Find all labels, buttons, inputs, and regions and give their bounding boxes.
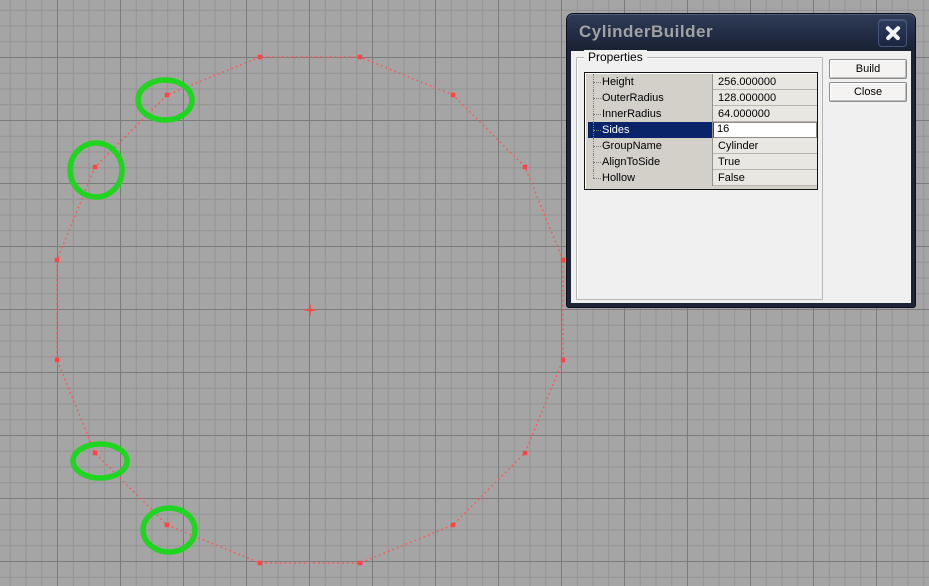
property-value-cell[interactable]: 256.000000 xyxy=(712,74,817,90)
sides-value-input[interactable]: 16 xyxy=(713,122,817,138)
property-row-innerradius[interactable]: InnerRadius 64.000000 xyxy=(585,106,817,122)
vertex-handle[interactable] xyxy=(523,451,528,456)
tree-branch-icon xyxy=(588,170,601,186)
properties-group-label: Properties xyxy=(584,50,647,64)
tree-branch-icon xyxy=(588,74,601,90)
properties-group: Properties Height 256.000000 OuterRadius… xyxy=(576,57,823,300)
property-name: Height xyxy=(601,74,634,90)
property-row-hollow[interactable]: Hollow False xyxy=(585,170,817,186)
cylinder-builder-dialog: CylinderBuilder Properties Height 256.00… xyxy=(566,13,916,308)
property-value-cell[interactable]: 16 xyxy=(712,122,817,138)
vertex-handle[interactable] xyxy=(561,258,566,263)
property-row-sides[interactable]: Sides 16 xyxy=(585,122,817,138)
tree-branch-icon xyxy=(588,106,601,122)
property-value-cell[interactable]: 64.000000 xyxy=(712,106,817,122)
property-name: GroupName xyxy=(601,138,662,154)
property-name: Hollow xyxy=(601,170,635,186)
property-name: AlignToSide xyxy=(601,154,660,170)
vertex-handle[interactable] xyxy=(258,55,263,60)
vertex-handle[interactable] xyxy=(93,451,98,456)
dialog-title: CylinderBuilder xyxy=(579,22,713,42)
vertex-handle[interactable] xyxy=(165,93,170,98)
vertex-handle[interactable] xyxy=(55,258,60,263)
tree-branch-icon xyxy=(588,154,601,170)
vertex-handle[interactable] xyxy=(358,55,363,60)
property-value-cell[interactable]: Cylinder xyxy=(712,138,817,154)
vertex-handle[interactable] xyxy=(55,358,60,363)
vertex-handle[interactable] xyxy=(258,561,263,566)
property-row-outerradius[interactable]: OuterRadius 128.000000 xyxy=(585,90,817,106)
property-label-cell: Hollow xyxy=(588,170,712,186)
property-name: InnerRadius xyxy=(601,106,661,122)
property-row-groupname[interactable]: GroupName Cylinder xyxy=(585,138,817,154)
property-label-cell: Sides xyxy=(588,122,712,138)
vertex-handle[interactable] xyxy=(523,165,528,170)
property-value-cell[interactable]: 128.000000 xyxy=(712,90,817,106)
workspace: { "dialog": { "title": "CylinderBuilder"… xyxy=(0,0,929,586)
vertex-handle[interactable] xyxy=(93,165,98,170)
highlight-circle xyxy=(70,143,122,197)
property-row-aligntoside[interactable]: AlignToSide True xyxy=(585,154,817,170)
property-value-cell[interactable]: False xyxy=(712,170,817,186)
vertex-handle[interactable] xyxy=(165,523,170,528)
center-vertex-point[interactable] xyxy=(309,309,312,312)
close-dialog-button[interactable]: Close xyxy=(829,82,907,102)
vertex-handle[interactable] xyxy=(451,93,456,98)
build-button[interactable]: Build xyxy=(829,59,907,79)
dialog-titlebar[interactable]: CylinderBuilder xyxy=(567,14,915,51)
property-row-height[interactable]: Height 256.000000 xyxy=(585,74,817,90)
highlight-circle xyxy=(138,80,192,120)
property-label-cell: OuterRadius xyxy=(588,90,712,106)
property-grid[interactable]: Height 256.000000 OuterRadius 128.000000… xyxy=(584,72,818,190)
vertex-handle[interactable] xyxy=(561,358,566,363)
vertex-handle[interactable] xyxy=(451,523,456,528)
tree-branch-icon xyxy=(588,122,601,138)
dialog-client-area: Properties Height 256.000000 OuterRadius… xyxy=(571,51,911,303)
close-button[interactable] xyxy=(878,19,907,47)
highlight-circle xyxy=(143,508,195,552)
property-label-cell: InnerRadius xyxy=(588,106,712,122)
property-label-cell: GroupName xyxy=(588,138,712,154)
property-name: OuterRadius xyxy=(601,90,664,106)
property-value-cell[interactable]: True xyxy=(712,154,817,170)
property-label-cell: AlignToSide xyxy=(588,154,712,170)
property-label-cell: Height xyxy=(588,74,712,90)
highlight-circle xyxy=(73,444,127,478)
property-name: Sides xyxy=(601,122,630,138)
tree-branch-icon xyxy=(588,90,601,106)
tree-branch-icon xyxy=(588,138,601,154)
vertex-handle[interactable] xyxy=(358,561,363,566)
